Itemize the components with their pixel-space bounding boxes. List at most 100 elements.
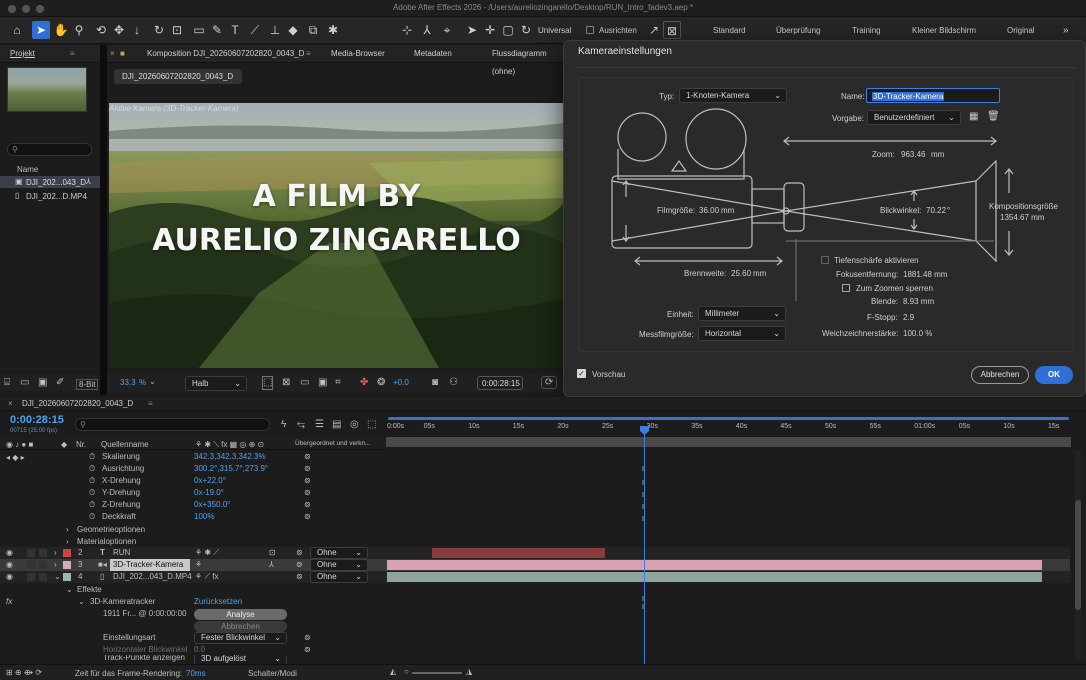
property-row[interactable]: ⏱ Deckkraft 100% ⊚ [0, 511, 386, 523]
lock-toggle[interactable] [39, 549, 47, 557]
snap-icon[interactable]: ↗ [645, 21, 663, 39]
property-value[interactable]: 0x-19.0° [194, 487, 224, 499]
move-icon[interactable]: ✛ [481, 21, 499, 39]
pickwhip-icon[interactable]: ⊚ [296, 548, 303, 557]
comp-flowchart-icon[interactable]: ϟ [281, 419, 286, 430]
project-item[interactable]: ▯ DJI_202...D.MP4 [0, 190, 100, 202]
scale-icon[interactable]: ▢ [499, 21, 517, 39]
reset-link[interactable]: Zurücksetzen [194, 596, 242, 608]
keyframe-marker[interactable]: I [642, 604, 644, 611]
property-value[interactable]: 0x+350.0° [194, 499, 230, 511]
solo-toggle[interactable] [27, 549, 35, 557]
grid-snap-icon[interactable]: ⊠ [663, 21, 681, 39]
pickwhip-icon[interactable]: ⊚ [304, 499, 311, 511]
eraser-tool-icon[interactable]: ◆ [284, 21, 302, 39]
local-axis-icon[interactable]: ⊹ [398, 21, 416, 39]
property-value[interactable]: 300.2°,315.7°,273.9° [194, 463, 268, 475]
chevron-down-icon[interactable]: ⌄ [54, 572, 61, 581]
viewer-subtab[interactable]: DJI_20260607202820_0043_D [114, 69, 242, 84]
eye-icon[interactable]: ◉ [6, 560, 13, 569]
vorschau-checkbox[interactable]: ✓ [577, 369, 586, 378]
stopwatch-icon[interactable]: ⏱ [89, 511, 95, 523]
exposure-icon[interactable]: ❂ [377, 377, 385, 388]
property-row[interactable]: ⏱ Ausrichtung 300.2°,315.7°,273.9° ⊚ [0, 463, 386, 475]
comp-menu-icon[interactable]: ≡ [306, 45, 311, 63]
pickwhip-icon[interactable]: ⊚ [304, 511, 311, 523]
pickwhip-icon[interactable]: ⊚ [304, 463, 311, 475]
text-tool-icon[interactable]: T [226, 21, 244, 39]
property-value[interactable]: 342.3,342.3,342.3% [194, 451, 266, 463]
playhead-line[interactable] [644, 427, 645, 664]
parent-select[interactable]: Ohne ⌄ [310, 547, 368, 559]
ok-button[interactable]: OK [1035, 366, 1073, 384]
timeline-scrollbar[interactable] [1075, 450, 1081, 660]
stopwatch-icon[interactable]: ⏱ [89, 475, 95, 487]
chevron-right-icon[interactable]: › [66, 524, 69, 536]
stopwatch-icon[interactable]: ⏱ [89, 487, 95, 499]
messfilm-select[interactable]: Horizontal ⌄ [698, 326, 786, 341]
motion-blur-icon[interactable]: ◎ [350, 419, 359, 430]
eye-icon[interactable]: ◉ [6, 548, 13, 557]
work-area[interactable] [386, 437, 1071, 447]
region-of-interest-icon[interactable]: ⬚ [262, 376, 274, 390]
stopwatch-icon[interactable]: ⏱ [89, 463, 95, 475]
zoom-value[interactable]: 33.3 [120, 378, 136, 387]
shy-switch-icon[interactable]: ⚘ ⟋ fx [195, 572, 218, 582]
stopwatch-icon[interactable]: ⏱ [89, 499, 95, 511]
zoom-slider-handle[interactable]: ○ [404, 667, 409, 676]
close-tab-icon[interactable]: × [8, 395, 13, 413]
close-tab-icon[interactable]: × [110, 45, 115, 63]
abbrechen-button[interactable]: Abbrechen [194, 621, 287, 632]
einstellungsart-select[interactable]: Fester Blickwinkel ⌄ [194, 632, 287, 644]
pickwhip-icon[interactable]: ⊚ [296, 560, 303, 569]
chevron-right-icon[interactable]: › [54, 560, 57, 569]
media-browser-tab[interactable]: Media-Browser [331, 45, 385, 63]
view-axis-icon[interactable]: ⌖ [438, 21, 456, 39]
panel-divider[interactable] [100, 45, 107, 395]
pickwhip-icon[interactable]: ⊚ [304, 487, 311, 499]
anchor-tool-icon[interactable]: ⊡ [168, 21, 186, 39]
interpret-footage-icon[interactable]: ⌸ [4, 377, 10, 388]
grid-icon[interactable]: ⌗ [335, 377, 341, 388]
vorgabe-select[interactable]: Benutzerdefiniert ⌄ [867, 110, 961, 125]
cancel-button[interactable]: Abbrechen [971, 366, 1029, 384]
layer-name[interactable]: RUN [113, 548, 130, 557]
orbit-camera-icon[interactable]: ⟲ [92, 21, 110, 39]
switches-modes-toggle[interactable]: Schalter/Modi [248, 669, 297, 678]
hand-tool-icon[interactable]: ✋ [52, 21, 70, 39]
composition-viewer[interactable]: Aktive Kamera (3D-Tracker-Kamera) A FILM… [109, 103, 564, 368]
new-folder-icon[interactable]: ▭ [20, 377, 29, 388]
rotate-icon[interactable]: ↻ [517, 21, 535, 39]
pickwhip-icon[interactable]: ⊚ [296, 572, 303, 581]
time-ruler[interactable]: 0:00s 05s 10s 15s 20s 25s 30s 35s 40s 45s 50s 55s 01… [386, 415, 1071, 447]
dolly-camera-icon[interactable]: ↓ [128, 21, 146, 39]
layer-row[interactable]: ◉ ⌄ 4 ▯ DJI_202...043_D.MP4 ⚘ ⟋ fx ⊚ Ohn… [0, 571, 1070, 583]
layer-bar-camera[interactable] [387, 560, 1042, 570]
transparency-grid-icon[interactable]: ⊠ [282, 377, 290, 388]
lock-toggle[interactable] [39, 561, 47, 569]
eye-icon[interactable]: ◉ [6, 572, 13, 581]
shy-switch-icon[interactable]: ⚘ [195, 560, 202, 569]
channel-icon[interactable]: ✤ [360, 377, 368, 388]
property-row[interactable]: ⏱ Skalierung 342.3,342.3,342.3% ⊚ [0, 451, 386, 463]
pickwhip-icon[interactable]: ⊚ [304, 632, 311, 644]
rotate-tool-icon[interactable]: ↻ [150, 21, 168, 39]
chevron-down-icon[interactable]: ⌄ [149, 377, 156, 386]
flowchart-tab[interactable]: Flussdiagramm (ohne) [492, 45, 564, 76]
project-menu-icon[interactable]: ≡ [70, 45, 75, 63]
puppet-pin-icon[interactable]: ✱ [324, 21, 342, 39]
layer-row[interactable]: ◉ › 3 ■◂ 3D-Tracker-Kamera ⚘ ⅄ ⊚ Ohne ⌄ [0, 559, 1070, 571]
keyframe-marker[interactable]: I [642, 516, 644, 523]
roto-brush-icon[interactable]: ⧉ [304, 21, 322, 39]
fx-icon[interactable]: fx [6, 596, 12, 608]
keyframe-marker[interactable]: I [642, 480, 644, 487]
delete-preset-icon[interactable]: 🗑 [987, 111, 1000, 122]
keyframe-marker[interactable]: I [642, 504, 644, 511]
zoom-value[interactable]: 963.46 [901, 150, 925, 159]
property-value[interactable]: 100% [194, 511, 214, 523]
new-comp-icon[interactable]: ▣ [38, 377, 47, 388]
resolution-select[interactable]: Halb ⌄ [185, 376, 247, 391]
layer-bar-footage[interactable] [387, 572, 1042, 582]
trackpunkte-select[interactable]: 3D aufgelöst ⌄ [194, 655, 287, 664]
layer-name[interactable]: DJI_202...043_D.MP4 [113, 572, 192, 581]
